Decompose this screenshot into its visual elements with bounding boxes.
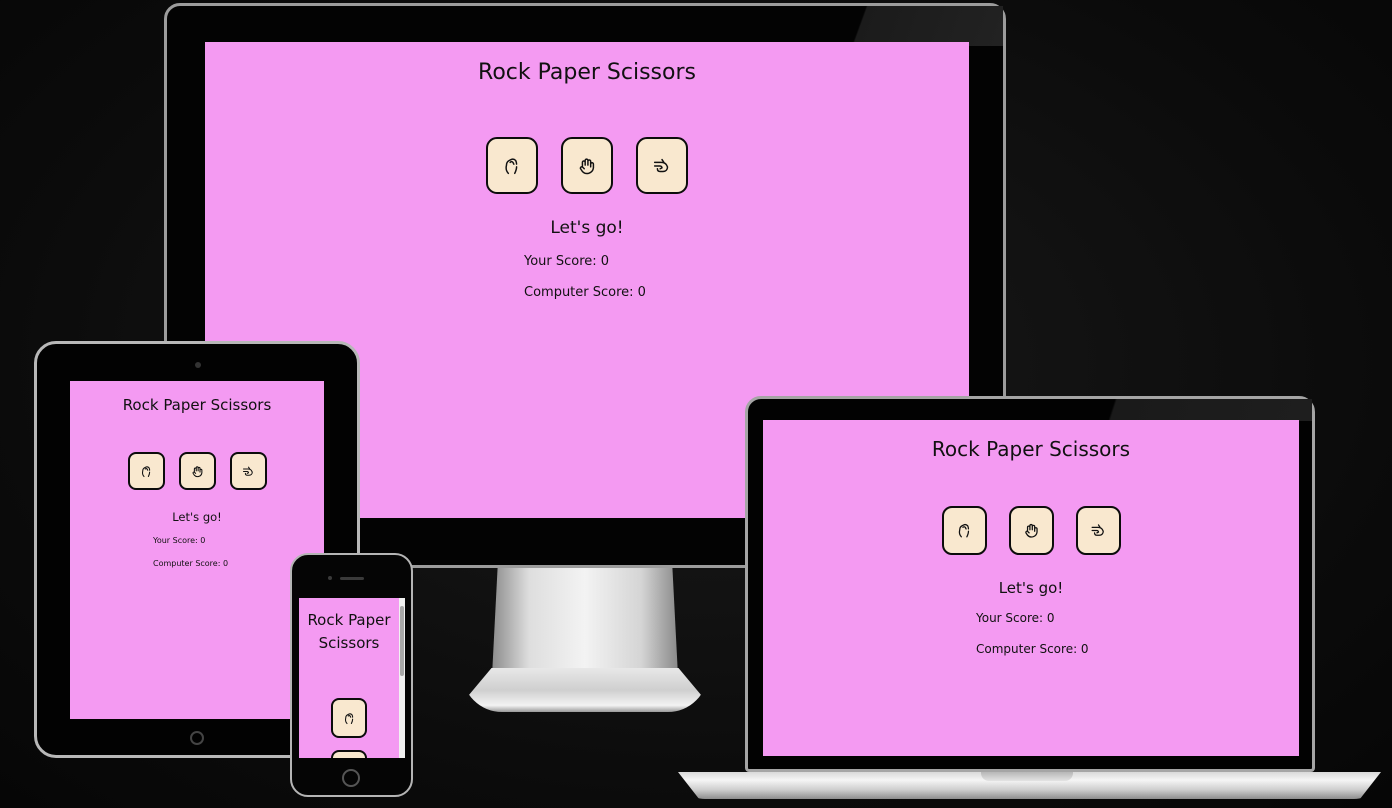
phone-home-button [342,769,360,787]
paper-button[interactable] [1008,506,1054,555]
scrollbar-thumb[interactable] [400,606,404,676]
phone-mockup: Rock Paper Scissors [290,553,413,797]
phone-screen: Rock Paper Scissors [299,598,405,758]
scissors-button[interactable] [636,137,688,194]
choice-buttons [205,137,969,194]
laptop-glare [1102,399,1312,421]
scissors-hand-icon [653,158,669,172]
choice-buttons [70,452,324,490]
scissors-button[interactable] [1075,506,1121,555]
phone-speaker [340,577,364,580]
paper-button[interactable] [178,452,216,490]
laptop-screen: Rock Paper Scissors Let's go! Your Score… [763,420,1299,756]
phone-camera [328,576,332,580]
game-page: Rock Paper Scissors Let's go! Your Score… [70,381,324,568]
fist-icon [141,465,150,477]
game-page: Rock Paper Scissors Let's go! Your Score… [205,42,969,300]
paper-button[interactable] [331,750,367,758]
choice-buttons [763,506,1299,555]
your-score: Your Score: 0 [524,254,610,269]
computer-score: Computer Score: 0 [524,285,646,300]
scrollbar[interactable] [399,598,405,758]
monitor-glare [853,6,1003,46]
choice-buttons [299,698,399,758]
monitor-stand-neck [492,568,678,676]
laptop-mockup: Rock Paper Scissors Let's go! Your Score… [745,396,1315,772]
result-message: Let's go! [550,218,624,238]
rock-button[interactable] [941,506,987,555]
paper-button[interactable] [561,137,613,194]
scissors-button[interactable] [229,452,267,490]
result-message: Let's go! [172,510,222,524]
hand-icon [1024,523,1038,538]
tablet-home-button [190,731,204,745]
rock-button[interactable] [486,137,538,194]
scissors-hand-icon [1091,524,1104,536]
fist-icon [344,712,353,724]
scissors-hand-icon [242,466,253,476]
game-page: Rock Paper Scissors [299,598,399,758]
result-message: Let's go! [998,579,1064,597]
tablet-camera [195,362,201,368]
hand-icon [579,157,595,174]
tablet-screen: Rock Paper Scissors Let's go! Your Score… [70,381,324,719]
laptop-lid-notch [981,772,1073,781]
your-score: Your Score: 0 [976,611,1055,625]
fist-icon [958,524,969,538]
page-title: Rock Paper Scissors [122,396,272,414]
page-title: Rock Paper Scissors [931,437,1131,461]
rock-button[interactable] [127,452,165,490]
page-title: Rock Paper Scissors [307,611,391,652]
page-title: Rock Paper Scissors [478,60,696,85]
rock-button[interactable] [331,698,367,738]
game-page: Rock Paper Scissors Let's go! Your Score… [763,420,1299,656]
hand-icon [192,465,202,477]
monitor-stand-base [462,668,708,712]
your-score: Your Score: 0 [153,536,206,545]
computer-score: Computer Score: 0 [976,642,1089,656]
fist-icon [505,157,518,174]
